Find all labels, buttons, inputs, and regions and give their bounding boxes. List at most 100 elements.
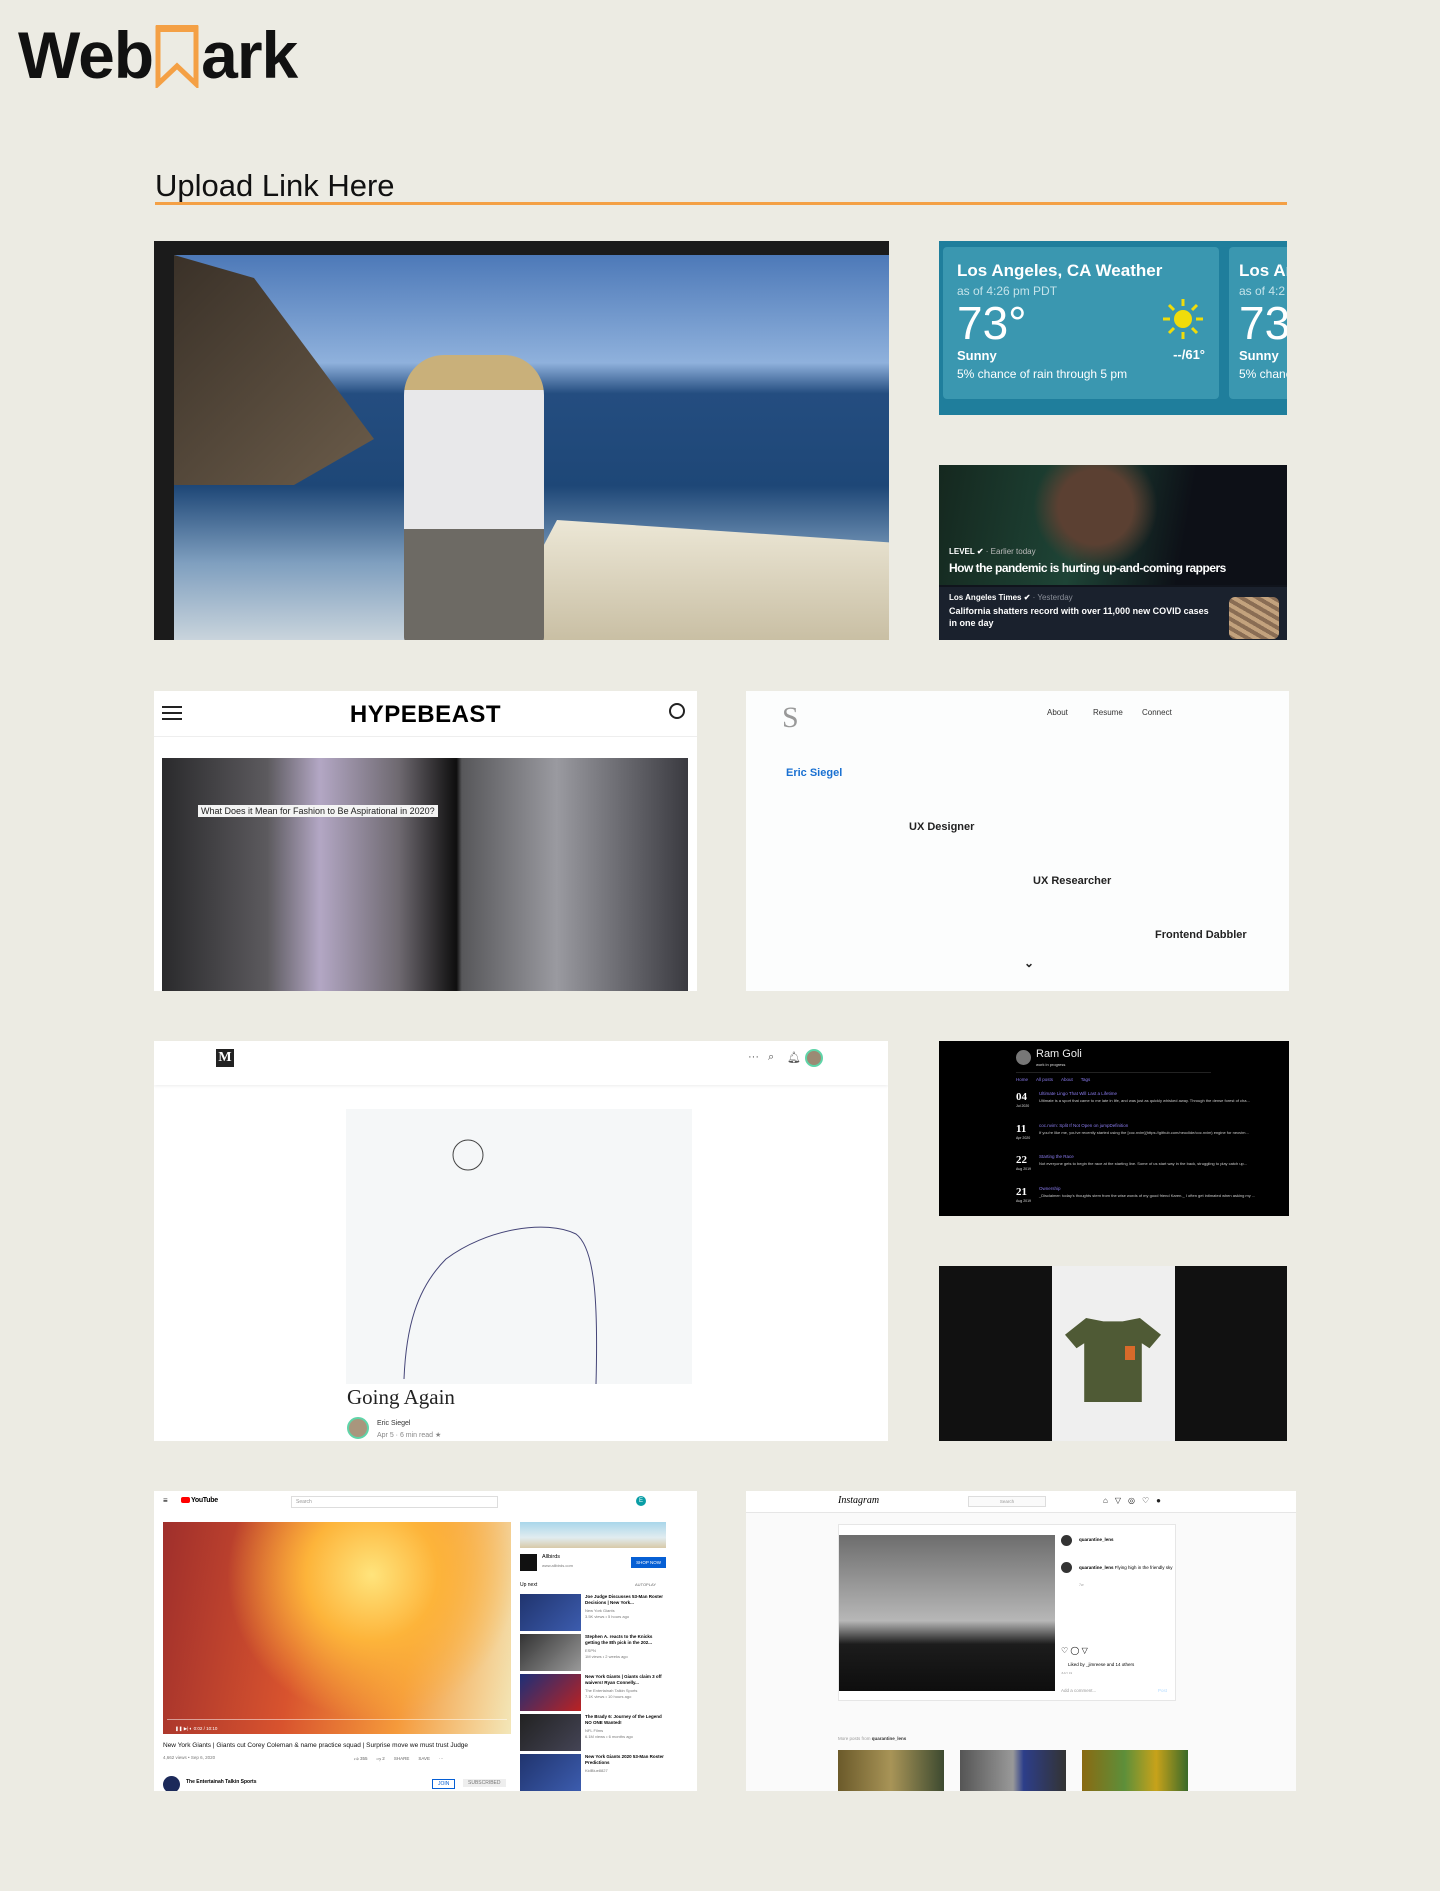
avatar: E: [636, 1496, 646, 1506]
logo-text-right: ark: [201, 18, 298, 92]
weather-temp: 73: [1239, 297, 1287, 349]
weather-rain: 5% chanc: [1239, 367, 1287, 381]
bookmark-card-hypebeast[interactable]: HYPEBEAST What Does it Mean for Fashion …: [154, 691, 697, 991]
subscribed-button: SUBSCRIBED: [463, 1779, 506, 1787]
avatar: [1016, 1050, 1031, 1065]
explore-icon: ◎: [1128, 1496, 1135, 1505]
weather-time: as of 4:2: [1239, 284, 1286, 298]
crane-photo: [839, 1535, 1055, 1691]
news-thumbnail: [1229, 597, 1279, 639]
instagram-header: Instagram Search ⌂ ▽ ◎ ♡ ●: [746, 1491, 1296, 1513]
up-next-item: Stephen A. reacts to the Knicks getting …: [520, 1634, 666, 1674]
avatar: ●: [1156, 1496, 1161, 1505]
up-next-item: New York Giants 2020 53-Man Roster Predi…: [520, 1754, 666, 1791]
nav-about: About: [1047, 708, 1068, 717]
weather-time: as of 4:26 pm PDT: [957, 284, 1058, 298]
up-next-item: New York Giants | Giants claim 3 off wai…: [520, 1674, 666, 1714]
post-username: quarantine_lens: [1079, 1537, 1114, 1542]
up-next-item: Joe Judge Discusses 53-Man Roster Decisi…: [520, 1594, 666, 1634]
liked-by: Liked by _jimreese and 14 others: [1068, 1662, 1135, 1667]
blog-nav: Home All posts About Tags: [1016, 1077, 1090, 1082]
nav-all-posts: All posts: [1036, 1077, 1054, 1082]
news-source: LEVEL ✔ · Earlier today: [949, 547, 1036, 556]
up-next-item: The Brady 6: Journey of the Legend NO ON…: [520, 1714, 666, 1754]
weather-city: Los An: [1239, 261, 1287, 280]
bookmark-card-news[interactable]: LEVEL ✔ · Earlier today How the pandemic…: [939, 465, 1287, 640]
role-text: Frontend Dabbler: [1155, 929, 1247, 941]
video-title: New York Giants | Giants cut Corey Colem…: [163, 1742, 469, 1749]
channel-avatar: [163, 1776, 180, 1791]
video-player: ❚❚ ▶| 🔈︎ 0:02 / 10:10: [163, 1522, 511, 1734]
article-caption: What Does it Mean for Fashion to Be Aspi…: [198, 805, 438, 817]
post-caption: quarantine_lens Flying high in the frien…: [1079, 1565, 1173, 1570]
webmark-logo[interactable]: Web ark: [18, 18, 298, 92]
bookmark-card-tshirt[interactable]: [939, 1266, 1287, 1441]
youtube-header: ≡ YouTube Search E: [154, 1491, 697, 1513]
portfolio-name: Eric Siegel: [786, 767, 843, 779]
fashion-show-image: What Does it Mean for Fashion to Be Aspi…: [162, 758, 688, 991]
nav-resume: Resume: [1093, 708, 1123, 717]
weather-condition: Sunny: [1239, 348, 1279, 363]
hypebeast-header: HYPEBEAST: [154, 691, 697, 737]
fishing-boat-image: [174, 255, 889, 640]
blog-post: 21 Aug 2019 Ownership _Disclaimer: today's …: [1016, 1186, 1256, 1203]
article-meta: Apr 5 · 6 min read ★: [377, 1432, 442, 1439]
nav-connect: Connect: [1142, 708, 1172, 717]
sun-icon: [1163, 299, 1203, 339]
bookmark-card-weather[interactable]: Los Angeles, CA Weather as of 4:26 pm PD…: [939, 241, 1287, 415]
thumbnail: [838, 1750, 944, 1791]
nav-icons: ⌂ ▽ ◎ ♡ ●: [1103, 1496, 1161, 1505]
bookmark-card-medium[interactable]: M ··· ⌕ 🔔︎ Going Again Eric Siegel Apr 5…: [154, 1041, 888, 1441]
tshirt-patch: [1125, 1346, 1135, 1360]
weather-rain: 5% chance of rain through 5 pm: [957, 367, 1128, 381]
menu-icon: ≡: [163, 1496, 168, 1505]
video-time: ❚❚ ▶| 🔈︎ 0:02 / 10:10: [175, 1726, 218, 1731]
post-date: JULY 19: [1061, 1671, 1073, 1675]
article-illustration: [346, 1109, 692, 1385]
author-avatar: [347, 1417, 369, 1439]
instagram-post: quarantine_lens quarantine_lens Flying h…: [838, 1524, 1176, 1701]
chevron-down-icon: ⌄: [1024, 956, 1035, 970]
post-button: Post: [1157, 1688, 1167, 1693]
youtube-sidebar: Allbirds www.allbirds.com SHOP NOW Up next…: [520, 1522, 666, 1791]
nav-home: Home: [1016, 1077, 1029, 1082]
bookmark-card-fishing-video[interactable]: [154, 241, 889, 640]
bookmark-card-instagram[interactable]: Instagram Search ⌂ ▽ ◎ ♡ ● quarantine_lens q…: [746, 1491, 1296, 1791]
title-underline: [155, 202, 1287, 205]
weather-panel-peek: Los An as of 4:2 73 Sunny 5% chanc: [1229, 247, 1287, 399]
blog-post: 11 Apr 2020 coc.nvim: Split If Not Open on…: [1016, 1123, 1249, 1140]
bookmark-card-blog[interactable]: Ram Goli work in progress Home All posts A…: [939, 1041, 1289, 1216]
youtube-logo: YouTube: [181, 1497, 218, 1504]
video-meta: 4,662 views • Sep 6, 2020: [163, 1755, 216, 1760]
search-icon: ⌕: [768, 1051, 775, 1063]
weather-hilo: --/61°: [1173, 347, 1205, 362]
blog-tagline: work in progress: [1036, 1062, 1066, 1067]
article-author: Eric Siegel: [377, 1420, 411, 1427]
weather-panel: Los Angeles, CA Weather as of 4:26 pm PD…: [943, 247, 1219, 399]
join-button: JOIN: [432, 1779, 456, 1789]
post-actions: ♡ ◯ ▽: [1061, 1646, 1088, 1655]
blog-post: 22 Aug 2019 Starting the Race Not everyone …: [1016, 1154, 1248, 1171]
logo-text-left: Web: [18, 18, 154, 92]
portfolio-logo: S: [782, 701, 799, 734]
bookmark-card-portfolio[interactable]: S About Resume Connect Eric Siegel UX De…: [746, 691, 1289, 991]
role-text: UX Researcher: [1033, 875, 1112, 887]
hypebeast-logo: HYPEBEAST: [349, 701, 502, 728]
heart-icon: ♡: [1141, 1496, 1150, 1505]
post-age: 7w: [1079, 1583, 1084, 1587]
channel-name: The Entertainah Talkin Sports: [186, 1779, 257, 1785]
ad-banner: [520, 1522, 666, 1548]
bookmark-card-youtube[interactable]: ≡ YouTube Search E ❚❚ ▶| 🔈︎ 0:02 / 10:10…: [154, 1491, 697, 1791]
video-actions: 👍︎ 355 👎︎ 2 SHARE SAVE ···: [354, 1756, 444, 1761]
nav-about: About: [1061, 1077, 1073, 1082]
shop-now-button: SHOP NOW: [631, 1557, 666, 1568]
bookmark-icon: [155, 24, 199, 90]
nav-tags: Tags: [1080, 1077, 1091, 1082]
thumbnail: [960, 1750, 1066, 1791]
search-icon: [669, 703, 685, 719]
weather-condition: Sunny: [957, 348, 997, 363]
blog-name: Ram Goli: [1036, 1048, 1082, 1060]
medium-logo: M: [216, 1049, 234, 1067]
blog-post: 04 Jul 2020 Ultimate Lingo That Will Last …: [1016, 1091, 1250, 1108]
news-sub-headline: California shatters record with over 11,…: [949, 606, 1209, 628]
